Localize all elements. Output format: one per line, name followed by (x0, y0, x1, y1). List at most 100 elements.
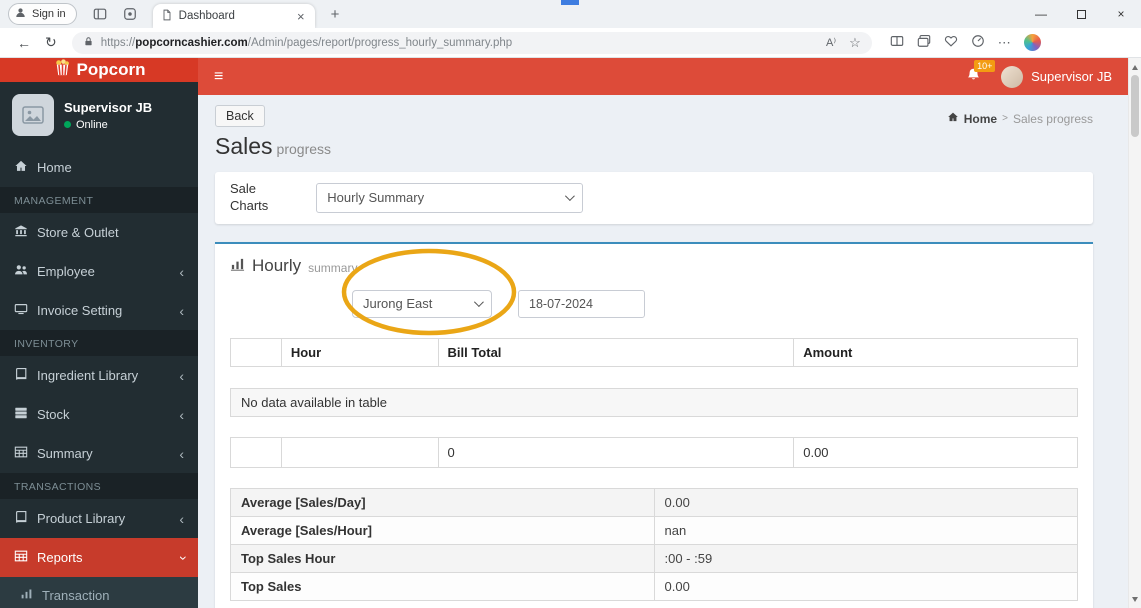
sidebar-item-reports[interactable]: Reports ‹ (0, 538, 198, 577)
more-options-icon[interactable]: ⋯ (998, 35, 1011, 51)
profile-icon (14, 6, 27, 22)
browser-essentials-icon[interactable] (944, 34, 958, 51)
favorites-star-icon[interactable]: ☆ (849, 35, 861, 51)
window-controls: — × (1021, 0, 1141, 28)
tab-actions-icon[interactable] (93, 7, 107, 21)
sidebar-item-store-outlet[interactable]: Store & Outlet (0, 213, 198, 252)
refresh-icon[interactable]: ↻ (38, 34, 64, 51)
lock-icon[interactable] (83, 34, 94, 52)
sidebar-toggle-icon[interactable]: ≡ (214, 68, 223, 86)
bank-icon (14, 224, 28, 241)
workspaces-icon[interactable] (123, 7, 137, 21)
sidebar-item-home[interactable]: Home (0, 148, 198, 187)
summary-label: Top Sales (230, 571, 655, 601)
scroll-up-icon[interactable] (1129, 60, 1141, 74)
column-header-amount[interactable]: Amount (793, 337, 1078, 367)
minimize-button[interactable]: — (1021, 0, 1061, 28)
sidebar-item-invoice-setting[interactable]: Invoice Setting ‹ (0, 291, 198, 330)
book-icon (14, 510, 28, 527)
url-path: /Admin/pages/report/progress_hourly_summ… (247, 36, 513, 49)
summary-row: Top Sales Hour :00 - :59 (230, 543, 1078, 573)
bar-chart-icon (230, 256, 245, 276)
sidebar-item-transaction[interactable]: Transaction (0, 577, 198, 608)
sidebar-section-transactions: TRANSACTIONS (0, 473, 198, 499)
outlet-select[interactable]: Jurong East (352, 289, 492, 318)
browser-back-icon[interactable]: ← (10, 35, 38, 51)
browser-window: Sign in Dashboard × + — × ← ↻ https://po… (0, 0, 1141, 608)
breadcrumb-separator: > (1002, 113, 1008, 124)
tab-title: Dashboard (178, 10, 235, 22)
brand-name: Popcorn (76, 60, 146, 79)
split-screen-icon[interactable] (890, 34, 904, 51)
maximize-icon (1076, 9, 1086, 19)
breadcrumb-home[interactable]: Home (964, 112, 997, 126)
browser-signin-button[interactable]: Sign in (8, 3, 77, 25)
chevron-left-icon: ‹ (179, 406, 184, 423)
notifications-button[interactable]: 10+ (966, 59, 996, 87)
tab-close-icon[interactable]: × (295, 9, 307, 24)
url-domain: popcorncashier.com (135, 36, 248, 49)
date-input[interactable]: 18-07-2024 (518, 289, 645, 318)
breadcrumb-current: Sales progress (1012, 111, 1093, 126)
back-button[interactable]: Back (215, 105, 265, 127)
summary-table: Average [Sales/Day] 0.00 Average [Sales/… (230, 487, 1078, 601)
breadcrumb-home-icon (947, 111, 959, 126)
copilot-icon[interactable] (1023, 34, 1041, 51)
address-bar[interactable]: https://popcorncashier.com/Admin/pages/r… (71, 31, 872, 54)
summary-label: Top Sales Hour (230, 543, 655, 573)
chart-type-select[interactable]: Hourly Summary (316, 182, 584, 213)
sidebar: Popcorn Supervisor JB Online Home MANAGE… (0, 58, 198, 608)
collections-icon[interactable] (917, 34, 931, 51)
page-scrollbar[interactable] (1128, 58, 1141, 608)
close-button[interactable]: × (1101, 0, 1141, 28)
outlet-selected-value: Jurong East (363, 296, 433, 312)
screen-artifact (561, 0, 579, 5)
brand-logo[interactable]: Popcorn (0, 58, 198, 82)
user-status: Online (64, 119, 152, 131)
totals-row: 0 0.00 (230, 436, 1078, 468)
report-table-header: Hour Bill Total Amount (230, 337, 1078, 367)
table-empty-message: No data available in table (230, 387, 1078, 417)
totals-cell (280, 436, 439, 468)
read-aloud-icon[interactable]: A⁾ (826, 36, 836, 49)
breadcrumb: Home > Sales progress (947, 111, 1093, 126)
popcorn-logo-icon (53, 58, 72, 82)
performance-icon[interactable] (971, 34, 985, 51)
totals-cell (230, 436, 282, 468)
column-header-hour[interactable]: Hour (280, 337, 439, 367)
select-caret-icon (565, 191, 576, 202)
admin-app: Popcorn Supervisor JB Online Home MANAGE… (0, 58, 1128, 608)
user-menu[interactable]: Supervisor JB (1001, 65, 1112, 88)
sidebar-item-summary[interactable]: Summary ‹ (0, 434, 198, 473)
chart-filter-box: Sale Charts Hourly Summary (215, 172, 1093, 224)
invoice-icon (14, 302, 28, 319)
chevron-down-icon: ‹ (173, 555, 190, 560)
sidebar-item-product-library[interactable]: Product Library ‹ (0, 499, 198, 538)
sidebar-user-panel: Supervisor JB Online (0, 82, 198, 148)
totals-cell-bill-total: 0 (437, 436, 795, 468)
navbar-avatar (1001, 65, 1024, 88)
scrollbar-thumb[interactable] (1131, 75, 1139, 137)
column-header-index[interactable] (230, 337, 282, 367)
column-header-bill-total[interactable]: Bill Total (437, 337, 795, 367)
browser-tab-dashboard[interactable]: Dashboard × (152, 4, 315, 28)
navbar-user-name: Supervisor JB (1031, 69, 1112, 84)
summary-value: :00 - :59 (653, 543, 1078, 573)
url-scheme: https:// (100, 36, 136, 49)
main-area: ≡ 10+ Supervisor JB Back Home > Sales pr… (198, 58, 1128, 608)
sidebar-item-ingredient-library[interactable]: Ingredient Library ‹ (0, 356, 198, 395)
chevron-left-icon: ‹ (179, 445, 184, 462)
page-title: Sales progress (215, 133, 332, 159)
chevron-left-icon: ‹ (179, 510, 184, 527)
summary-value: 0.00 (653, 487, 1078, 517)
sidebar-item-employee[interactable]: Employee ‹ (0, 252, 198, 291)
summary-row: Average [Sales/Day] 0.00 (230, 487, 1078, 517)
sidebar-item-stock[interactable]: Stock ‹ (0, 395, 198, 434)
browser-toolbar: ← ↻ https://popcorncashier.com/Admin/pag… (0, 28, 1141, 58)
maximize-button[interactable] (1061, 0, 1101, 28)
chart-type-selected-value: Hourly Summary (327, 190, 425, 206)
url-text[interactable]: https://popcorncashier.com/Admin/pages/r… (101, 37, 512, 49)
users-icon (14, 263, 28, 280)
new-tab-button[interactable]: + (327, 6, 344, 23)
scroll-down-icon[interactable] (1129, 592, 1141, 606)
